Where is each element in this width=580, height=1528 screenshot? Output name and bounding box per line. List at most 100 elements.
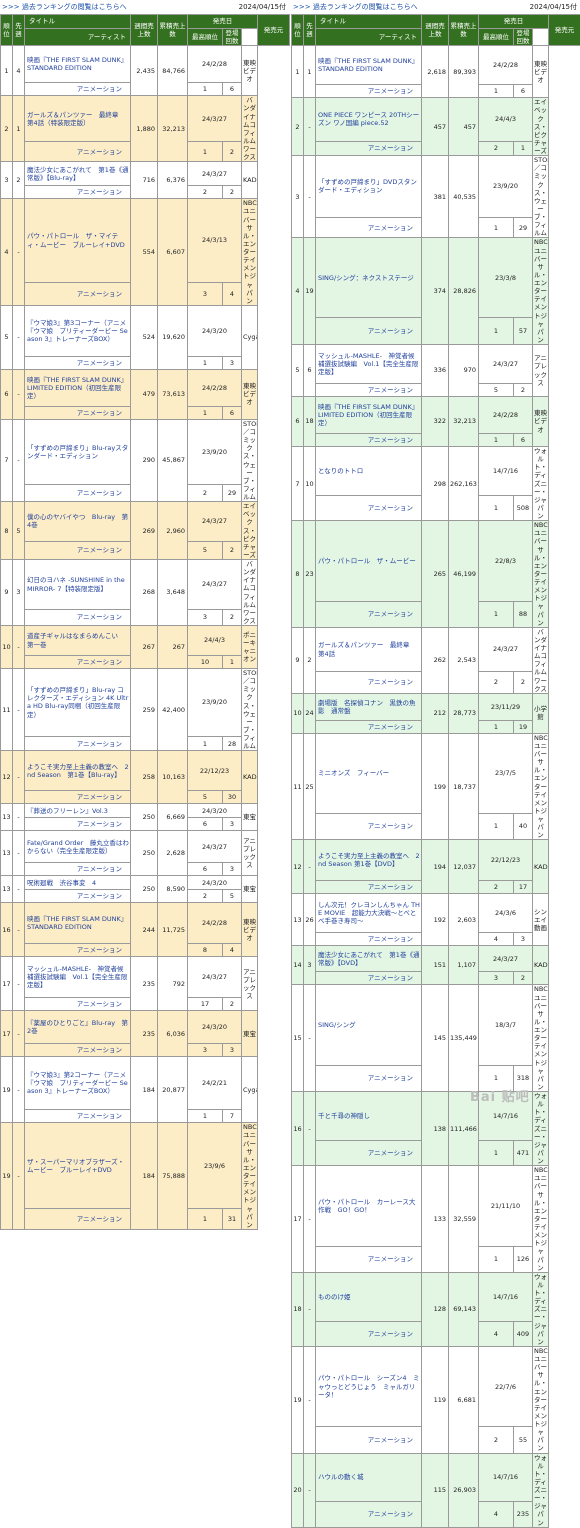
title-link[interactable]: 映画『THE FIRST SLAM DUNK』LIMITED EDITION（初… xyxy=(27,376,127,400)
title-link[interactable]: マッシュル-MASHLE- 神覚者候補選抜試験編 Vol.1【完全生産限定版】 xyxy=(318,352,418,376)
week-sales-cell: 479 xyxy=(131,369,158,419)
title-link[interactable]: ようこそ実力至上主義の教室へ 2nd Season 第1巻【Blu-ray】 xyxy=(27,763,129,779)
title-link[interactable]: 映画『THE FIRST SLAM DUNK』STANDARD EDITION xyxy=(27,915,127,931)
title-link[interactable]: ガールズ＆パンツァー 最終章 第4話（特装限定版） xyxy=(27,111,125,127)
title-link[interactable]: 映画『THE FIRST SLAM DUNK』LIMITED EDITION（初… xyxy=(318,403,418,427)
weeks-on-chart-cell: 1 xyxy=(514,141,533,155)
title-link[interactable]: ハウルの動く城 xyxy=(318,1473,364,1481)
title-link[interactable]: 呪術廻戦 渋谷事変 4 xyxy=(27,879,96,887)
table-row: 21ガールズ＆パンツァー 最終章 第4話（特装限定版）1,88032,21324… xyxy=(1,96,290,142)
title-link[interactable]: ONE PIECE ワンピース 20THシーズン ワノ国編 piece.52 xyxy=(318,111,419,127)
title-link[interactable]: 劇場版 名探偵コナン 黒鉄の魚影 通常盤 xyxy=(318,699,416,715)
table-row: 10-道産子ギャルはなまらめんこい 第一巻26726724/4/3ポニーキャニオ… xyxy=(1,626,290,656)
rank-cell: 5 xyxy=(1,305,13,369)
title-link[interactable]: ガールズ＆パンツァー 最終章 第4話 xyxy=(318,641,416,657)
table-row: 1326しん次元！クレヨンしんちゃん THE MOVIE 超能力大決戦～とべとべ… xyxy=(292,894,580,933)
release-date-cell: 24/3/27 xyxy=(188,502,242,542)
title-link[interactable]: しん次元！クレヨンしんちゃん THE MOVIE 超能力大決戦～とべとべ手巻き寿… xyxy=(318,901,420,925)
week-sales-cell: 119 xyxy=(422,1346,449,1453)
genre-cell: アニメーション xyxy=(316,933,422,946)
title-link[interactable]: もののけ姫 xyxy=(318,1293,351,1301)
title-link[interactable]: 僕の心のヤバイやつ Blu-ray 第4巻 xyxy=(27,513,128,529)
table-row: 6-映画『THE FIRST SLAM DUNK』LIMITED EDITION… xyxy=(1,369,290,406)
total-sales-cell: 6,681 xyxy=(449,1346,479,1453)
title-link[interactable]: Fate/Grand Order 藤丸立香はわからない（完全生産限定版） xyxy=(27,839,129,855)
prev-week-cell: - xyxy=(13,1011,25,1057)
title-link[interactable]: 映画『THE FIRST SLAM DUNK』STANDARD EDITION xyxy=(27,56,127,72)
ranking-rows-right: 11映画『THE FIRST SLAM DUNK』STANDARD EDITIO… xyxy=(292,46,580,1527)
title-link[interactable]: パウ・パトロール ザ・マイティ・ムービー ブルーレイ+DVD xyxy=(27,232,125,248)
week-sales-cell: 2,435 xyxy=(131,46,158,96)
table-row: 823パウ・パトロール ザ・ムービー26546,19922/8/3NBCユニバー… xyxy=(292,521,580,601)
title-link[interactable]: 『葬送のフリーレン』Vol.3 xyxy=(27,807,108,815)
title-link[interactable]: ようこそ実力至上主義の教室へ 2nd Season 第1巻【DVD】 xyxy=(318,852,420,868)
best-rank-cell: 1 xyxy=(188,1209,223,1229)
weeks-on-chart-cell: 28 xyxy=(223,736,242,750)
genre-cell: アニメーション xyxy=(316,141,422,155)
week-sales-cell: 145 xyxy=(422,985,449,1092)
title-link[interactable]: SING/シング：ネクストステージ xyxy=(318,274,414,282)
genre-cell: アニメーション xyxy=(316,601,422,627)
release-date-cell: 14/7/16 xyxy=(479,447,533,496)
prev-week-cell: - xyxy=(304,156,316,238)
week-sales-cell: 194 xyxy=(422,840,449,894)
table-row: 13-呪術廻戦 渋谷事変 42508,59024/3/20東宝 xyxy=(1,876,290,890)
maker-cell: NBCユニバーサル・エンターテイメントジャパン xyxy=(533,1346,549,1453)
title-link[interactable]: パウ・パトロール ザ・ムービー xyxy=(318,557,416,565)
title-link[interactable]: となりのトトロ xyxy=(318,467,363,475)
title-cell: となりのトトロ xyxy=(316,447,422,496)
title-link[interactable]: 千と千尋の神隠し xyxy=(318,1112,370,1120)
title-link[interactable]: 『薬屋のひとりごと』Blu-ray 第2巻 xyxy=(27,1019,128,1035)
weeks-on-chart-cell: 19 xyxy=(514,720,533,733)
title-link[interactable]: 「すずめの戸締まり」Blu-ray コレクターズ・エディション 4K Ultra… xyxy=(27,686,128,718)
best-rank-cell: 1 xyxy=(479,434,514,447)
best-rank-cell: 5 xyxy=(479,384,514,397)
best-rank-cell: 3 xyxy=(188,1044,223,1057)
release-date-cell: 24/3/27 xyxy=(479,946,533,972)
title-cell: 「すずめの戸締まり」DVDスタンダード・エディション xyxy=(316,156,422,218)
title-link[interactable]: マッシュル-MASHLE- 神覚者候補選抜試験編 Vol.1【完全生産限定版】 xyxy=(27,965,127,989)
best-rank-cell: 2 xyxy=(188,890,223,903)
prev-week-cell: 1 xyxy=(304,46,316,98)
rank-cell: 8 xyxy=(1,502,13,560)
title-link[interactable]: ミニオンズ フィーバー xyxy=(318,769,389,777)
rank-cell: 13 xyxy=(1,831,13,876)
past-ranking-link[interactable]: >>> 過去ランキングの閲覧はこちらへ xyxy=(291,3,418,11)
release-date-cell: 23/9/20 xyxy=(188,669,242,737)
prev-week-cell: - xyxy=(13,751,25,804)
release-date-cell: 24/2/28 xyxy=(188,903,242,944)
total-sales-cell: 75,888 xyxy=(158,1123,188,1230)
best-rank-cell: 3 xyxy=(479,972,514,985)
maker-cell: NBCユニバーサル・エンターテイメントジャパン xyxy=(242,199,258,306)
weeks-on-chart-cell: 4 xyxy=(223,944,242,957)
week-sales-cell: 199 xyxy=(422,733,449,840)
table-row: 14映画『THE FIRST SLAM DUNK』STANDARD EDITIO… xyxy=(1,46,290,83)
title-link[interactable]: 「すずめの戸締まり」DVDスタンダード・エディション xyxy=(318,178,417,194)
maker-cell: NBCユニバーサル・エンターテイメントジャパン xyxy=(533,1166,549,1273)
past-ranking-link[interactable]: >>> 過去ランキングの閲覧はこちらへ xyxy=(0,3,127,11)
header-maker: 発売元 xyxy=(258,15,290,46)
title-link[interactable]: SING/シング xyxy=(318,1021,356,1029)
title-link[interactable]: 道産子ギャルはなまらめんこい 第一巻 xyxy=(27,632,125,648)
week-sales-cell: 524 xyxy=(131,305,158,369)
release-date-cell: 24/2/28 xyxy=(188,369,242,406)
week-sales-cell: 381 xyxy=(422,156,449,238)
title-link[interactable]: 魔法少女にあこがれて 第1巻《通常版》【Blu-ray】 xyxy=(27,166,128,182)
title-link[interactable]: 「すずめの戸締まり」Blu-rayスタンダード・エディション xyxy=(27,444,128,460)
title-link[interactable]: 魔法少女にあこがれて 第1巻《通常版》【DVD】 xyxy=(318,951,419,967)
release-date-cell: 24/3/20 xyxy=(188,876,242,890)
genre-cell: アニメーション xyxy=(316,1427,422,1453)
total-sales-cell: 135,449 xyxy=(449,985,479,1092)
title-link[interactable]: ザ・スーパーマリオブラザーズ・ムービー ブルーレイ+DVD xyxy=(27,1158,124,1174)
title-link[interactable]: パウ・パトロール シーズン4 ミャウっとどうじょう ミャルガリータ！ xyxy=(318,1374,420,1398)
title-link[interactable]: パウ・パトロール カーレース大作戦 GO！GO！ xyxy=(318,1198,415,1214)
rank-cell: 12 xyxy=(292,840,304,894)
weeks-on-chart-cell: 6 xyxy=(223,406,242,419)
chart-date: 2024/04/15付 xyxy=(530,0,577,14)
weeks-on-chart-cell: 471 xyxy=(514,1140,533,1165)
weeks-on-chart-cell: 1 xyxy=(223,656,242,669)
title-link[interactable]: 『ウマ娘3』第3コーナー（アニメ『ウマ娘 プリティーダービー Season 3』… xyxy=(27,319,128,343)
title-link[interactable]: 幻日のヨハネ -SUNSHINE in the MIRROR- 7【特装限定版】 xyxy=(27,576,125,592)
title-link[interactable]: 『ウマ娘3』第2コーナー（アニメ『ウマ娘 プリティーダービー Season 3』… xyxy=(27,1071,128,1095)
title-link[interactable]: 映画『THE FIRST SLAM DUNK』STANDARD EDITION xyxy=(318,57,418,73)
